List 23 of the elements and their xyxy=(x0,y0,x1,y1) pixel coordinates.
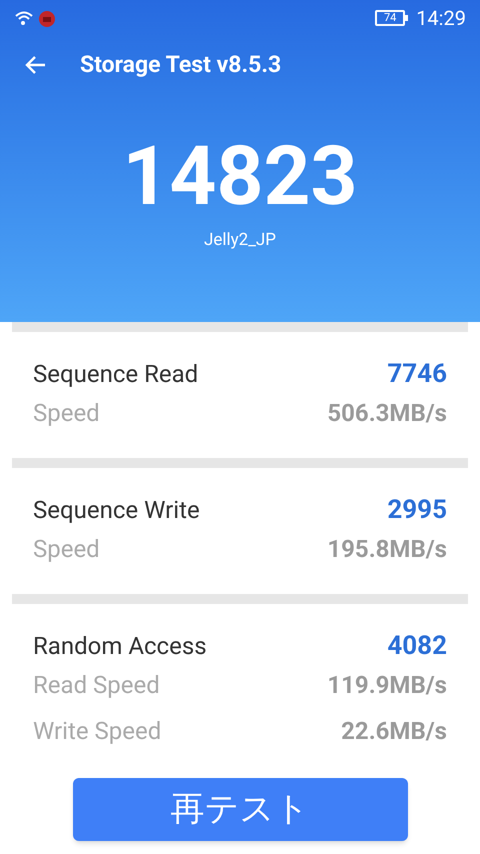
back-arrow-icon[interactable] xyxy=(24,55,46,75)
metric-label: Write Speed xyxy=(33,716,162,747)
battery-level: 74 xyxy=(375,10,406,26)
screen-title: Storage Test v8.5.3 xyxy=(80,50,282,80)
clock: 14:29 xyxy=(416,5,466,32)
retest-button[interactable]: 再テスト xyxy=(72,778,408,841)
test-name: Random Access xyxy=(33,631,207,662)
total-score: 14823 xyxy=(122,132,358,222)
test-name: Sequence Write xyxy=(33,495,200,526)
test-name: Sequence Read xyxy=(33,359,198,390)
metric-label: Read Speed xyxy=(33,670,160,701)
test-score: 7746 xyxy=(387,358,447,390)
metric-value: 22.6MB/s xyxy=(341,716,447,747)
test-score: 2995 xyxy=(387,494,447,526)
test-score: 4082 xyxy=(387,630,447,662)
metric-value: 119.9MB/s xyxy=(327,670,447,701)
device-name: Jelly2_JP xyxy=(204,229,276,252)
metric-label: Speed xyxy=(33,534,100,565)
metric-label: Speed xyxy=(33,398,100,429)
wifi-icon xyxy=(14,10,34,26)
app-notification-icon xyxy=(38,9,56,27)
metric-value: 506.3MB/s xyxy=(327,398,447,429)
metric-value: 195.8MB/s xyxy=(327,534,447,565)
